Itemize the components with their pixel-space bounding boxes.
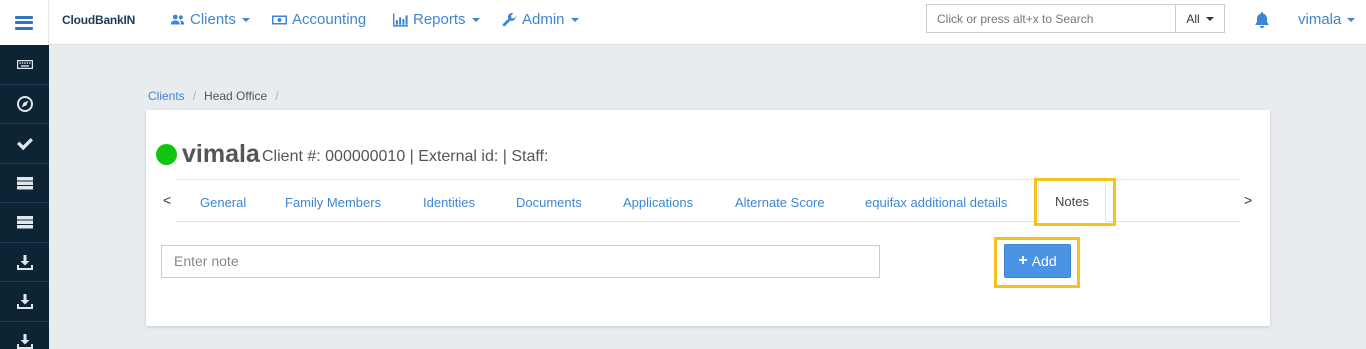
menu-toggle-button[interactable] <box>0 0 49 45</box>
download-icon <box>16 333 33 349</box>
caret-down-icon <box>570 17 579 22</box>
nav-accounting[interactable]: Accounting <box>272 11 366 28</box>
search-scope-dropdown[interactable]: All <box>1175 4 1225 33</box>
tabs-next-arrow[interactable]: > <box>1244 192 1252 208</box>
wrench-icon <box>502 12 517 26</box>
server-icon <box>16 176 33 190</box>
sidebar-item-servers-2[interactable] <box>0 203 49 243</box>
tabs-prev-arrow[interactable]: < <box>163 192 171 208</box>
download-icon <box>16 254 33 270</box>
nav-accounting-label: Accounting <box>292 11 367 28</box>
hamburger-icon <box>15 15 33 30</box>
check-icon <box>16 138 33 151</box>
tab-alternate-score[interactable]: Alternate Score <box>735 195 825 210</box>
sidebar-item-navigation[interactable] <box>0 85 49 124</box>
user-name: vimala <box>1298 11 1342 28</box>
tab-applications[interactable]: Applications <box>623 195 693 210</box>
download-icon <box>16 294 33 310</box>
add-button-highlight <box>994 237 1080 288</box>
sidebar <box>0 45 49 349</box>
tab-family-members[interactable]: Family Members <box>285 195 381 210</box>
sidebar-item-servers-1[interactable] <box>0 164 49 203</box>
compass-icon <box>16 95 33 112</box>
note-input[interactable] <box>161 245 880 278</box>
bar-chart-icon <box>393 12 408 27</box>
nav-clients[interactable]: Clients <box>170 11 250 28</box>
breadcrumb-separator: / <box>192 89 197 103</box>
nav-clients-label: Clients <box>190 11 236 28</box>
tab-equifax-additional-details[interactable]: equifax additional details <box>865 195 1007 210</box>
nav-reports[interactable]: Reports <box>393 11 480 28</box>
caret-down-icon <box>471 17 480 22</box>
caret-down-icon <box>1205 16 1214 21</box>
users-icon <box>170 14 185 24</box>
user-menu[interactable]: vimala <box>1298 11 1356 28</box>
caret-down-icon <box>241 17 250 22</box>
brand-logo[interactable]: CloudBankIN <box>62 13 135 27</box>
notes-tab-highlight <box>1034 178 1116 226</box>
sidebar-item-keyboard[interactable] <box>0 45 49 85</box>
sidebar-item-download-1[interactable] <box>0 243 49 282</box>
search-scope-label: All <box>1186 11 1200 26</box>
status-indicator <box>156 144 177 165</box>
sidebar-item-tasks[interactable] <box>0 124 49 164</box>
breadcrumb-separator: / <box>275 89 279 103</box>
tab-documents[interactable]: Documents <box>516 195 582 210</box>
sidebar-item-download-2[interactable] <box>0 282 49 322</box>
breadcrumb-head-office: Head Office <box>204 89 268 103</box>
client-meta: Client #: 000000010 | External id: | Sta… <box>262 148 549 165</box>
caret-down-icon <box>1347 17 1356 22</box>
breadcrumb-clients[interactable]: Clients <box>148 89 185 103</box>
server-icon <box>16 216 33 229</box>
tab-general[interactable]: General <box>200 195 246 210</box>
breadcrumb: Clients / Head Office / <box>148 89 279 103</box>
nav-admin-label: Admin <box>522 11 565 28</box>
search-input[interactable] <box>926 4 1176 33</box>
sidebar-item-download-3[interactable] <box>0 322 49 349</box>
keyboard-icon <box>16 60 33 70</box>
nav-admin[interactable]: Admin <box>502 11 579 28</box>
money-icon <box>272 15 287 24</box>
top-navbar: CloudBankIN Clients Accounting Reports A… <box>0 0 1366 45</box>
tab-identities[interactable]: Identities <box>423 195 475 210</box>
nav-reports-label: Reports <box>413 11 466 28</box>
client-name: vimala <box>182 140 260 168</box>
bell-icon[interactable] <box>1255 12 1269 28</box>
